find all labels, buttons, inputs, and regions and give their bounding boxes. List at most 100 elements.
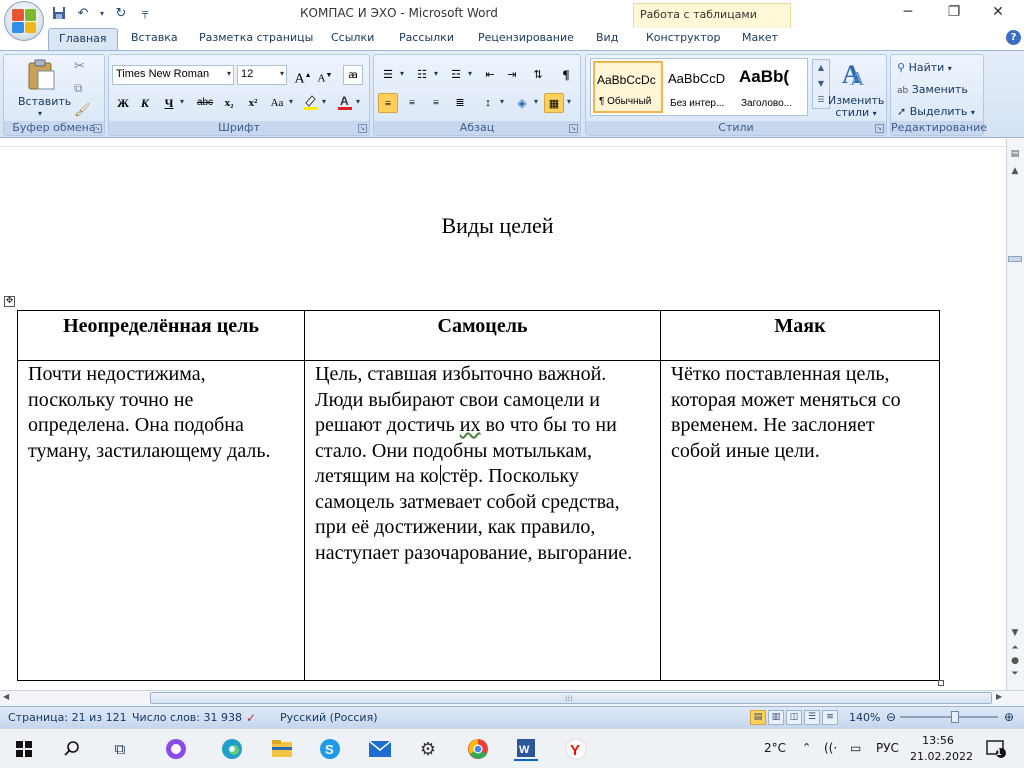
numbering-icon[interactable]: ☷ xyxy=(412,65,432,85)
close-button[interactable]: ✕ xyxy=(988,4,1008,20)
table-header-cell[interactable]: Маяк xyxy=(660,310,940,361)
show-marks-icon[interactable]: ¶ xyxy=(556,65,576,85)
bullets-icon[interactable]: ☰ xyxy=(378,65,398,85)
bold-button[interactable]: Ж xyxy=(113,93,133,113)
display-icon[interactable]: ▭ xyxy=(850,741,861,755)
style-no-spacing[interactable]: AaBbCcD Без интер... xyxy=(666,61,736,113)
file-explorer-icon[interactable] xyxy=(270,737,294,761)
find-button[interactable]: ⚲ Найти ▾ xyxy=(897,61,952,74)
bullets-dropdown-icon[interactable]: ▾ xyxy=(400,69,404,78)
chrome-browser-icon[interactable] xyxy=(466,737,490,761)
table-header-cell[interactable]: Самоцель xyxy=(304,310,661,361)
next-page-icon[interactable]: ⏷ xyxy=(1008,669,1022,679)
paste-icon[interactable] xyxy=(26,59,56,91)
style-normal[interactable]: AaBbCcDc ¶ Обычный xyxy=(593,61,663,113)
align-center-icon[interactable]: ≡ xyxy=(402,93,422,113)
multilevel-dropdown-icon[interactable]: ▾ xyxy=(468,69,472,78)
clear-formatting-icon[interactable]: ꜳ xyxy=(343,65,363,85)
scroll-up-icon[interactable]: ▲ xyxy=(1008,166,1022,176)
yandex-browser-icon[interactable]: Y xyxy=(564,737,588,761)
ruler-toggle-icon[interactable]: ▤ xyxy=(1008,149,1022,159)
tab-mailings[interactable]: Рассылки xyxy=(399,31,454,44)
minimize-button[interactable]: ─ xyxy=(898,4,918,20)
increase-indent-icon[interactable]: ⇥ xyxy=(502,65,522,85)
case-dropdown-icon[interactable]: ▾ xyxy=(289,97,293,106)
grow-font-button[interactable]: A▲ xyxy=(293,65,313,87)
underline-button[interactable]: Ч xyxy=(159,93,179,113)
underline-dropdown-icon[interactable]: ▾ xyxy=(180,97,184,106)
style-heading[interactable]: AaBb( Заголово... xyxy=(737,61,807,113)
maximize-button[interactable]: ❐ xyxy=(944,4,964,20)
edge-browser-icon[interactable] xyxy=(220,737,244,761)
help-icon[interactable]: ? xyxy=(1006,30,1021,45)
font-name-select[interactable]: Times New Roman ▾ xyxy=(112,65,234,85)
zoom-in-icon[interactable]: ⊕ xyxy=(1004,710,1014,724)
goals-table[interactable]: Неопределённая цель Самоцель Маяк Почти … xyxy=(17,310,940,681)
sort-icon[interactable]: ⇅ xyxy=(528,65,548,85)
shading-dropdown-icon[interactable]: ▾ xyxy=(534,97,538,106)
format-painter-icon[interactable]: 🖌 xyxy=(74,103,91,118)
alice-assistant-icon[interactable] xyxy=(164,737,188,761)
select-button[interactable]: ➚ Выделить ▾ xyxy=(897,105,975,118)
highlight-icon[interactable] xyxy=(301,93,321,113)
font-launcher-icon[interactable]: ↘ xyxy=(358,124,367,133)
zoom-slider-knob[interactable] xyxy=(951,711,959,723)
table-cell[interactable]: Чётко поставленная цель, которая может м… xyxy=(660,360,940,681)
browse-object-icon[interactable]: ● xyxy=(1008,656,1022,666)
tab-view[interactable]: Вид xyxy=(596,31,618,44)
decrease-indent-icon[interactable]: ⇤ xyxy=(480,65,500,85)
weather-temperature[interactable]: 2°C xyxy=(764,741,786,755)
paste-dropdown-icon[interactable]: ▾ xyxy=(38,109,42,118)
align-left-icon[interactable]: ≡ xyxy=(378,93,398,113)
paragraph-launcher-icon[interactable]: ↘ xyxy=(569,124,578,133)
mail-icon[interactable] xyxy=(368,737,392,761)
highlight-dropdown-icon[interactable]: ▾ xyxy=(322,97,326,106)
zoom-out-icon[interactable]: ⊖ xyxy=(886,710,896,724)
tab-references[interactable]: Ссылки xyxy=(331,31,374,44)
clipboard-launcher-icon[interactable]: ↘ xyxy=(93,124,102,133)
document-heading[interactable]: Виды целей xyxy=(0,213,995,239)
tab-insert[interactable]: Вставка xyxy=(131,31,178,44)
strikethrough-button[interactable]: abc xyxy=(195,93,215,113)
paste-button[interactable]: Вставить xyxy=(18,95,71,108)
align-right-icon[interactable]: ≡ xyxy=(426,93,446,113)
shading-icon[interactable]: ◈ xyxy=(512,93,532,113)
input-language[interactable]: РУС xyxy=(876,741,899,755)
vertical-scrollbar[interactable] xyxy=(1006,139,1024,690)
cut-icon[interactable]: ✂ xyxy=(74,59,85,74)
table-resize-handle-icon[interactable] xyxy=(938,680,944,686)
copy-icon[interactable]: ⧉ xyxy=(74,81,83,96)
table-move-handle-icon[interactable]: ✥ xyxy=(4,296,15,307)
multilevel-list-icon[interactable]: ☲ xyxy=(446,65,466,85)
change-case-button[interactable]: Aa xyxy=(267,93,287,113)
undo-icon[interactable]: ↶ xyxy=(74,4,92,22)
shrink-font-button[interactable]: A▼ xyxy=(315,65,335,85)
font-color-icon[interactable]: A xyxy=(335,93,355,113)
chevron-up-icon[interactable]: ⌃ xyxy=(802,741,811,754)
outline-view-icon[interactable]: ☰ xyxy=(804,710,820,725)
web-layout-icon[interactable]: ◫ xyxy=(786,710,802,725)
subscript-button[interactable]: x₂ xyxy=(219,93,239,113)
replace-button[interactable]: ab Заменить xyxy=(897,83,968,96)
scroll-down-icon[interactable]: ▼ xyxy=(1008,628,1022,638)
tab-page-layout[interactable]: Разметка страницы xyxy=(199,31,313,44)
print-layout-view-icon[interactable]: ▤ xyxy=(750,710,766,725)
network-icon[interactable]: ((· xyxy=(824,741,837,755)
scroll-left-icon[interactable]: ◀ xyxy=(3,692,9,701)
line-spacing-dropdown-icon[interactable]: ▾ xyxy=(500,97,504,106)
table-header-cell[interactable]: Неопределённая цель xyxy=(17,310,305,361)
previous-page-icon[interactable]: ⏶ xyxy=(1008,643,1022,653)
line-spacing-icon[interactable]: ↕ xyxy=(478,93,498,113)
word-app-icon[interactable]: W xyxy=(514,737,538,761)
font-size-select[interactable]: 12 ▾ xyxy=(237,65,287,85)
word-count[interactable]: Число слов: 31 938 xyxy=(132,711,242,724)
draft-view-icon[interactable]: ≡ xyxy=(822,710,838,725)
numbering-dropdown-icon[interactable]: ▾ xyxy=(434,69,438,78)
zoom-level[interactable]: 140% xyxy=(849,711,880,724)
task-view-icon[interactable]: ⧉ xyxy=(108,737,132,761)
tab-layout[interactable]: Макет xyxy=(742,31,778,44)
tab-review[interactable]: Рецензирование xyxy=(478,31,574,44)
save-icon[interactable] xyxy=(50,4,68,22)
settings-gear-icon[interactable]: ⚙ xyxy=(416,737,440,761)
windows-start-icon[interactable] xyxy=(12,737,36,761)
